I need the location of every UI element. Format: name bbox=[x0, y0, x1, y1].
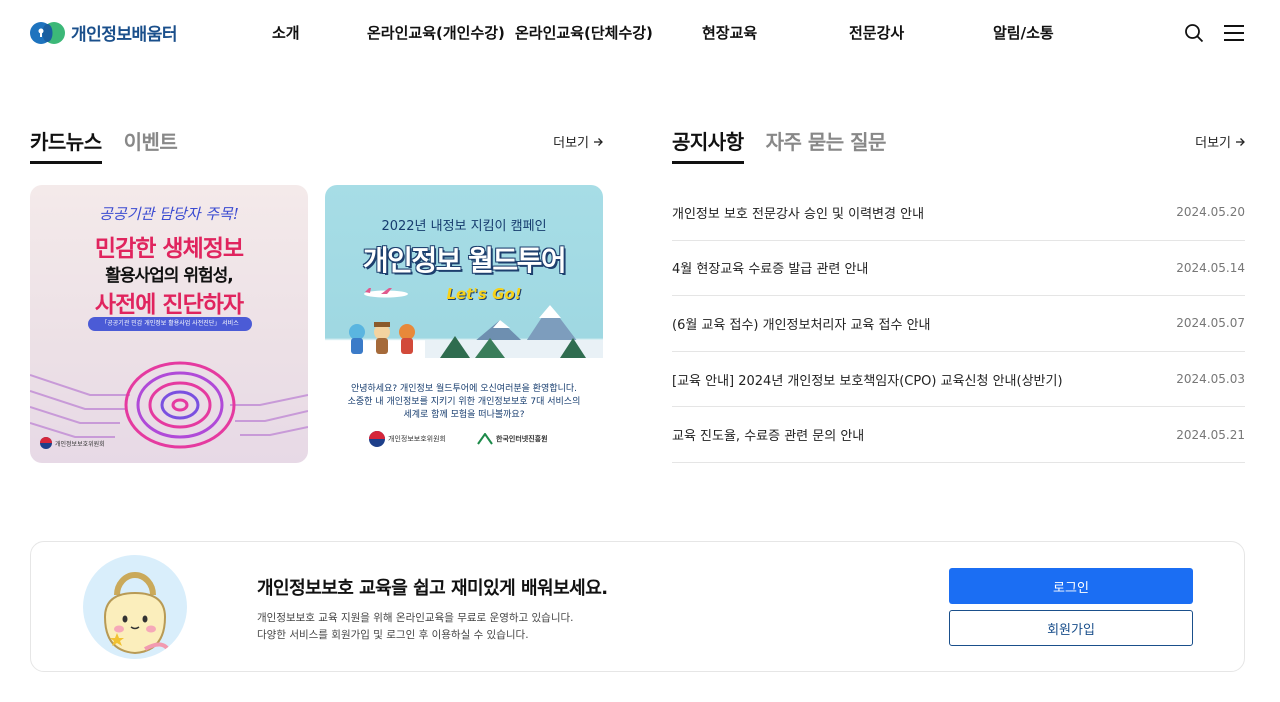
notice-row[interactable]: 교육 진도율, 수료증 관련 문의 안내 2024.05.21 bbox=[672, 407, 1245, 463]
notice-title: 교육 진도율, 수료증 관련 문의 안내 bbox=[672, 429, 865, 445]
notice-date: 2024.05.21 bbox=[1176, 427, 1245, 442]
nav-item-online-group[interactable]: 온라인교육(단체수강) bbox=[515, 22, 653, 43]
card2-footer1: 개인정보보호위원회 bbox=[388, 435, 446, 443]
banner-description: 개인정보보호 교육 지원을 위해 온라인교육을 무료로 운영하고 있습니다. 다… bbox=[257, 610, 574, 644]
tab-notice[interactable]: 공지사항 bbox=[672, 126, 744, 164]
notice-more-label: 더보기 bbox=[1195, 136, 1231, 151]
card1-line1: 공공기관 담당자 주목! bbox=[99, 205, 239, 223]
mascot-characters bbox=[345, 320, 420, 365]
notice-date: 2024.05.20 bbox=[1176, 205, 1245, 220]
card1-footer: 개인정보보호위원회 bbox=[40, 437, 105, 449]
card2-desc1: 안녕하세요? 개인정보 월드투어에 오신여러분을 환영합니다. bbox=[350, 384, 578, 394]
notice-date: 2024.05.14 bbox=[1176, 260, 1245, 275]
notice-row[interactable]: 4월 현장교육 수료증 발급 관련 안내 2024.05.14 bbox=[672, 241, 1245, 297]
kisa-logo-icon bbox=[477, 433, 493, 445]
nav-item-online-individual[interactable]: 온라인교육(개인수강) bbox=[367, 22, 505, 43]
notice-title: [교육 안내] 2024년 개인정보 보호책임자(CPO) 교육신청 안내(상반… bbox=[672, 373, 1063, 389]
card-news-item[interactable]: 공공기관 담당자 주목! 민감한 생체정보 활용사업의 위험성, 사전에 진단하… bbox=[30, 185, 308, 463]
nav-item-intro[interactable]: 소개 bbox=[272, 22, 300, 43]
lock-mascot-icon bbox=[103, 572, 171, 655]
card-news-item[interactable]: 2022년 내정보 지킴이 캠페인 개인정보 월드투어 Let's Go! 안녕… bbox=[325, 185, 603, 463]
header-icons bbox=[1183, 22, 1245, 44]
notice-date: 2024.05.03 bbox=[1176, 372, 1245, 387]
notice-more-link[interactable]: 더보기 bbox=[1195, 132, 1245, 151]
signup-button[interactable]: 회원가입 bbox=[949, 610, 1193, 646]
card1-line2: 민감한 생체정보 bbox=[94, 236, 244, 262]
nav-item-instructor[interactable]: 전문강사 bbox=[849, 22, 904, 43]
tab-faq[interactable]: 자주 묻는 질문 bbox=[766, 126, 887, 164]
card2-footer2: 한국인터넷진흥원 bbox=[496, 435, 548, 443]
login-banner: 개인정보보호 교육을 쉽고 재미있게 배워보세요. 개인정보보호 교육 지원을 … bbox=[30, 541, 1245, 672]
card2-footer-left: 개인정보보호위원회 bbox=[369, 431, 446, 447]
banner-desc-line2: 다양한 서비스를 회원가입 및 로그인 후 이용하실 수 있습니다. bbox=[257, 629, 529, 641]
logo-icon bbox=[30, 21, 65, 44]
card-news-section: 카드뉴스 이벤트 더보기 공공기관 담당자 주목! 민감한 생체정보 활용사업의… bbox=[30, 126, 603, 463]
card2-desc2: 소중한 내 개인정보를 지키기 위한 개인정보보호 7대 서비스의 bbox=[347, 397, 581, 407]
login-button[interactable]: 로그인 bbox=[949, 568, 1193, 604]
site-header: 개인정보배움터 소개 온라인교육(개인수강) 온라인교육(단체수강) 현장교육 … bbox=[0, 0, 1280, 66]
card1-line3: 활용사업의 위험성, bbox=[105, 266, 234, 286]
card2-desc3: 세계로 함께 모험을 떠나볼까요? bbox=[403, 410, 525, 420]
notice-list: 개인정보 보호 전문강사 승인 및 이력변경 안내 2024.05.20 4월 … bbox=[672, 185, 1245, 463]
notice-title: 4월 현장교육 수료증 발급 관련 안내 bbox=[672, 262, 869, 278]
card2-line2: 개인정보 월드투어 bbox=[362, 244, 567, 277]
card1-line4: 사전에 진단하자 bbox=[94, 292, 244, 318]
notice-row[interactable]: [교육 안내] 2024년 개인정보 보호책임자(CPO) 교육신청 안내(상반… bbox=[672, 352, 1245, 408]
card-list: 공공기관 담당자 주목! 민감한 생체정보 활용사업의 위험성, 사전에 진단하… bbox=[30, 185, 603, 463]
nav-item-onsite[interactable]: 현장교육 bbox=[702, 22, 757, 43]
notice-row[interactable]: 개인정보 보호 전문강사 승인 및 이력변경 안내 2024.05.20 bbox=[672, 185, 1245, 241]
notice-title: 개인정보 보호 전문강사 승인 및 이력변경 안내 bbox=[672, 206, 925, 222]
notice-row[interactable]: (6월 교육 접수) 개인정보처리자 교육 접수 안내 2024.05.07 bbox=[672, 296, 1245, 352]
tab-event[interactable]: 이벤트 bbox=[124, 126, 178, 164]
tab-card-news[interactable]: 카드뉴스 bbox=[30, 126, 102, 164]
government-emblem-icon bbox=[369, 431, 385, 447]
menu-icon[interactable] bbox=[1223, 22, 1245, 44]
mascot-image bbox=[83, 555, 187, 659]
search-icon[interactable] bbox=[1183, 22, 1205, 44]
card2-line1: 2022년 내정보 지킴이 캠페인 bbox=[381, 219, 547, 234]
airplane-icon bbox=[364, 288, 408, 298]
logo-text: 개인정보배움터 bbox=[71, 25, 177, 45]
nav-item-notice[interactable]: 알림/소통 bbox=[993, 22, 1054, 43]
banner-desc-line1: 개인정보보호 교육 지원을 위해 온라인교육을 무료로 운영하고 있습니다. bbox=[257, 612, 574, 624]
card1-footer-text: 개인정보보호위원회 bbox=[55, 440, 105, 448]
card2-footer-right: 한국인터넷진흥원 bbox=[477, 433, 548, 445]
arrow-right-icon bbox=[594, 137, 603, 146]
card1-tag: 「공공기관 민감 개인정보 활용사업 사전진단」 서비스 bbox=[88, 317, 252, 331]
arrow-right-icon bbox=[1236, 137, 1245, 146]
notice-date: 2024.05.07 bbox=[1176, 316, 1245, 331]
notice-tabs: 공지사항 자주 묻는 질문 bbox=[672, 126, 1245, 164]
government-emblem-icon bbox=[40, 437, 52, 449]
card-tabs: 카드뉴스 이벤트 bbox=[30, 126, 603, 164]
notice-title: (6월 교육 접수) 개인정보처리자 교육 접수 안내 bbox=[672, 317, 931, 333]
card-more-link[interactable]: 더보기 bbox=[553, 132, 603, 151]
banner-title: 개인정보보호 교육을 쉽고 재미있게 배워보세요. bbox=[257, 578, 608, 599]
card-more-label: 더보기 bbox=[553, 136, 589, 151]
notice-section: 공지사항 자주 묻는 질문 더보기 개인정보 보호 전문강사 승인 및 이력변경… bbox=[672, 126, 1245, 463]
site-logo[interactable]: 개인정보배움터 bbox=[30, 20, 177, 45]
